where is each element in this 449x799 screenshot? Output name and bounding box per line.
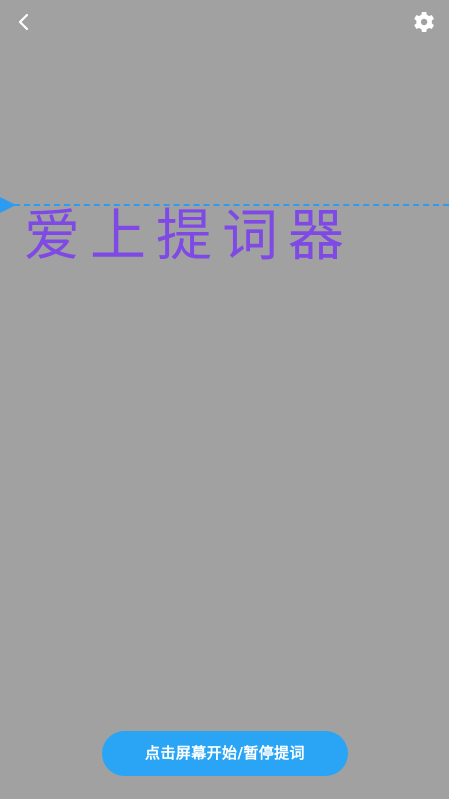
- teleprompter-screen[interactable]: 爱上提词器 点击屏幕开始/暂停提词: [0, 0, 449, 799]
- settings-button[interactable]: [411, 8, 439, 36]
- start-pause-button[interactable]: 点击屏幕开始/暂停提词: [102, 731, 348, 776]
- gear-icon: [414, 12, 434, 32]
- prompter-script-text: 爱上提词器: [24, 204, 354, 269]
- top-bar: [0, 0, 449, 44]
- back-button[interactable]: [10, 8, 38, 36]
- chevron-left-icon: [18, 13, 29, 31]
